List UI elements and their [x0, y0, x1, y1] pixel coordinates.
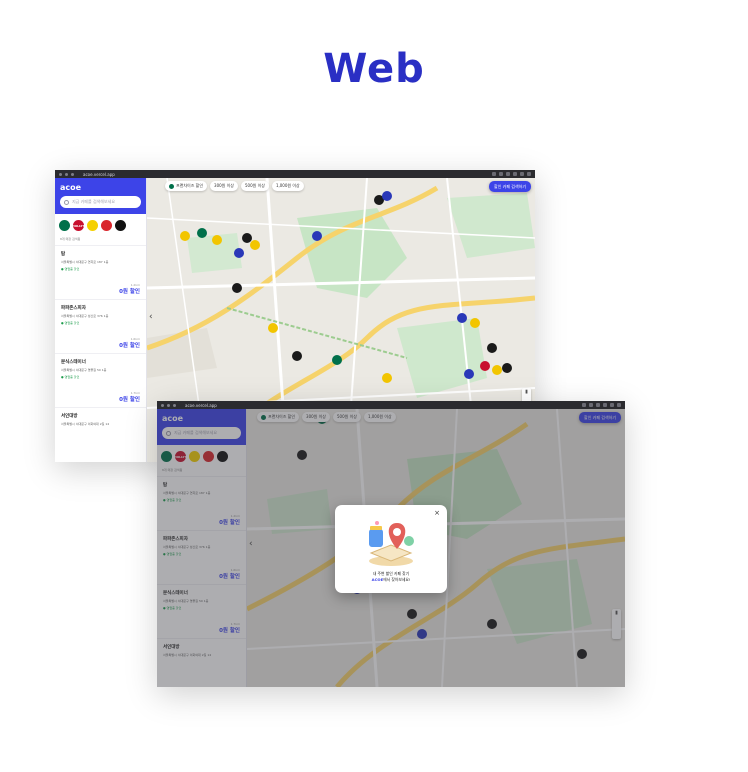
- extensions-area: [492, 172, 531, 176]
- brand-starbucks[interactable]: [59, 220, 70, 231]
- filter-chips: 프랜차이즈 할인 300원 이상 500원 이상 1,000원 이상: [165, 181, 304, 191]
- cafe-icon: [169, 183, 174, 189]
- modal-subtitle-text: 에서 찾아보세요!: [383, 577, 411, 582]
- list-item[interactable]: 서인대방 서울특별시 서대문구 이화여대 2길 14: [55, 407, 146, 461]
- modal-brand: ACOE: [371, 577, 384, 582]
- brand-filter: HOLLYS: [55, 214, 146, 234]
- sidebar-header: acoe 지금 카페를 검색해보세요: [55, 178, 146, 214]
- sidebar: acoe 지금 카페를 검색해보세요 HOLLYS 8개 매장 검색됨 탐 서울…: [55, 178, 147, 462]
- brand-paik[interactable]: [87, 220, 98, 231]
- list-item[interactable]: 파파존스피자 서울특별시 서대문구 성산로 376 1층 ● 영업중 할인 1.…: [55, 299, 146, 353]
- browser-toolbar: acoe.vercel.app: [157, 401, 625, 409]
- search-icon: [64, 199, 69, 205]
- brand-red[interactable]: [101, 220, 112, 231]
- list-item[interactable]: 탐 서울특별시 서대문구 연희로 187 1층 ● 영업중 할인 1.2km 0…: [55, 245, 146, 299]
- modal-subtitle: ACOE에서 찾아보세요!: [335, 577, 447, 583]
- reload-icon[interactable]: [71, 172, 74, 176]
- app-logo[interactable]: acoe: [60, 183, 141, 192]
- page: Web acoe.vercel.app ‹ ▮ 프랜차이즈 할인 300원 이상…: [0, 0, 748, 772]
- browser-window-modal: acoe.vercel.app ‹ ▮ 프랜차이즈 할인 300원 이상 500…: [157, 401, 625, 687]
- address-bar[interactable]: acoe.vercel.app: [83, 172, 115, 177]
- page-heading: Web: [323, 46, 425, 92]
- chip-500[interactable]: 500원 이상: [240, 181, 269, 191]
- back-icon[interactable]: [161, 403, 164, 407]
- chip-franchise[interactable]: 프랜차이즈 할인: [165, 181, 208, 191]
- address-bar[interactable]: acoe.vercel.app: [185, 403, 217, 408]
- forward-icon[interactable]: [167, 403, 170, 407]
- collapse-sidebar-icon[interactable]: ‹: [149, 312, 153, 322]
- search-input[interactable]: 지금 카페를 검색해보세요: [60, 196, 141, 208]
- extensions-area: [582, 403, 621, 407]
- reload-icon[interactable]: [173, 403, 176, 407]
- forward-icon[interactable]: [65, 172, 68, 176]
- close-icon[interactable]: ×: [434, 509, 440, 517]
- browser-toolbar: acoe.vercel.app: [55, 170, 535, 178]
- back-icon[interactable]: [59, 172, 62, 176]
- brand-hollys[interactable]: HOLLYS: [72, 220, 85, 231]
- chip-300[interactable]: 300원 이상: [210, 181, 238, 191]
- list-item[interactable]: 분식스테이너 서울특별시 서대문구 명물길 50 1층 ● 영업중 할인 1.7…: [55, 353, 146, 407]
- promo-modal: × 내 주변 할인 카페 찾기 ACOE에서 찾아보세요!: [335, 505, 447, 593]
- map-pin-illustration: [369, 521, 414, 566]
- brand-black[interactable]: [115, 220, 126, 231]
- search-cafe-button[interactable]: 할인 카페 검색하기: [489, 181, 531, 192]
- result-count: 8개 매장 검색됨: [60, 237, 81, 241]
- chip-1000[interactable]: 1,000원 이상: [271, 181, 304, 191]
